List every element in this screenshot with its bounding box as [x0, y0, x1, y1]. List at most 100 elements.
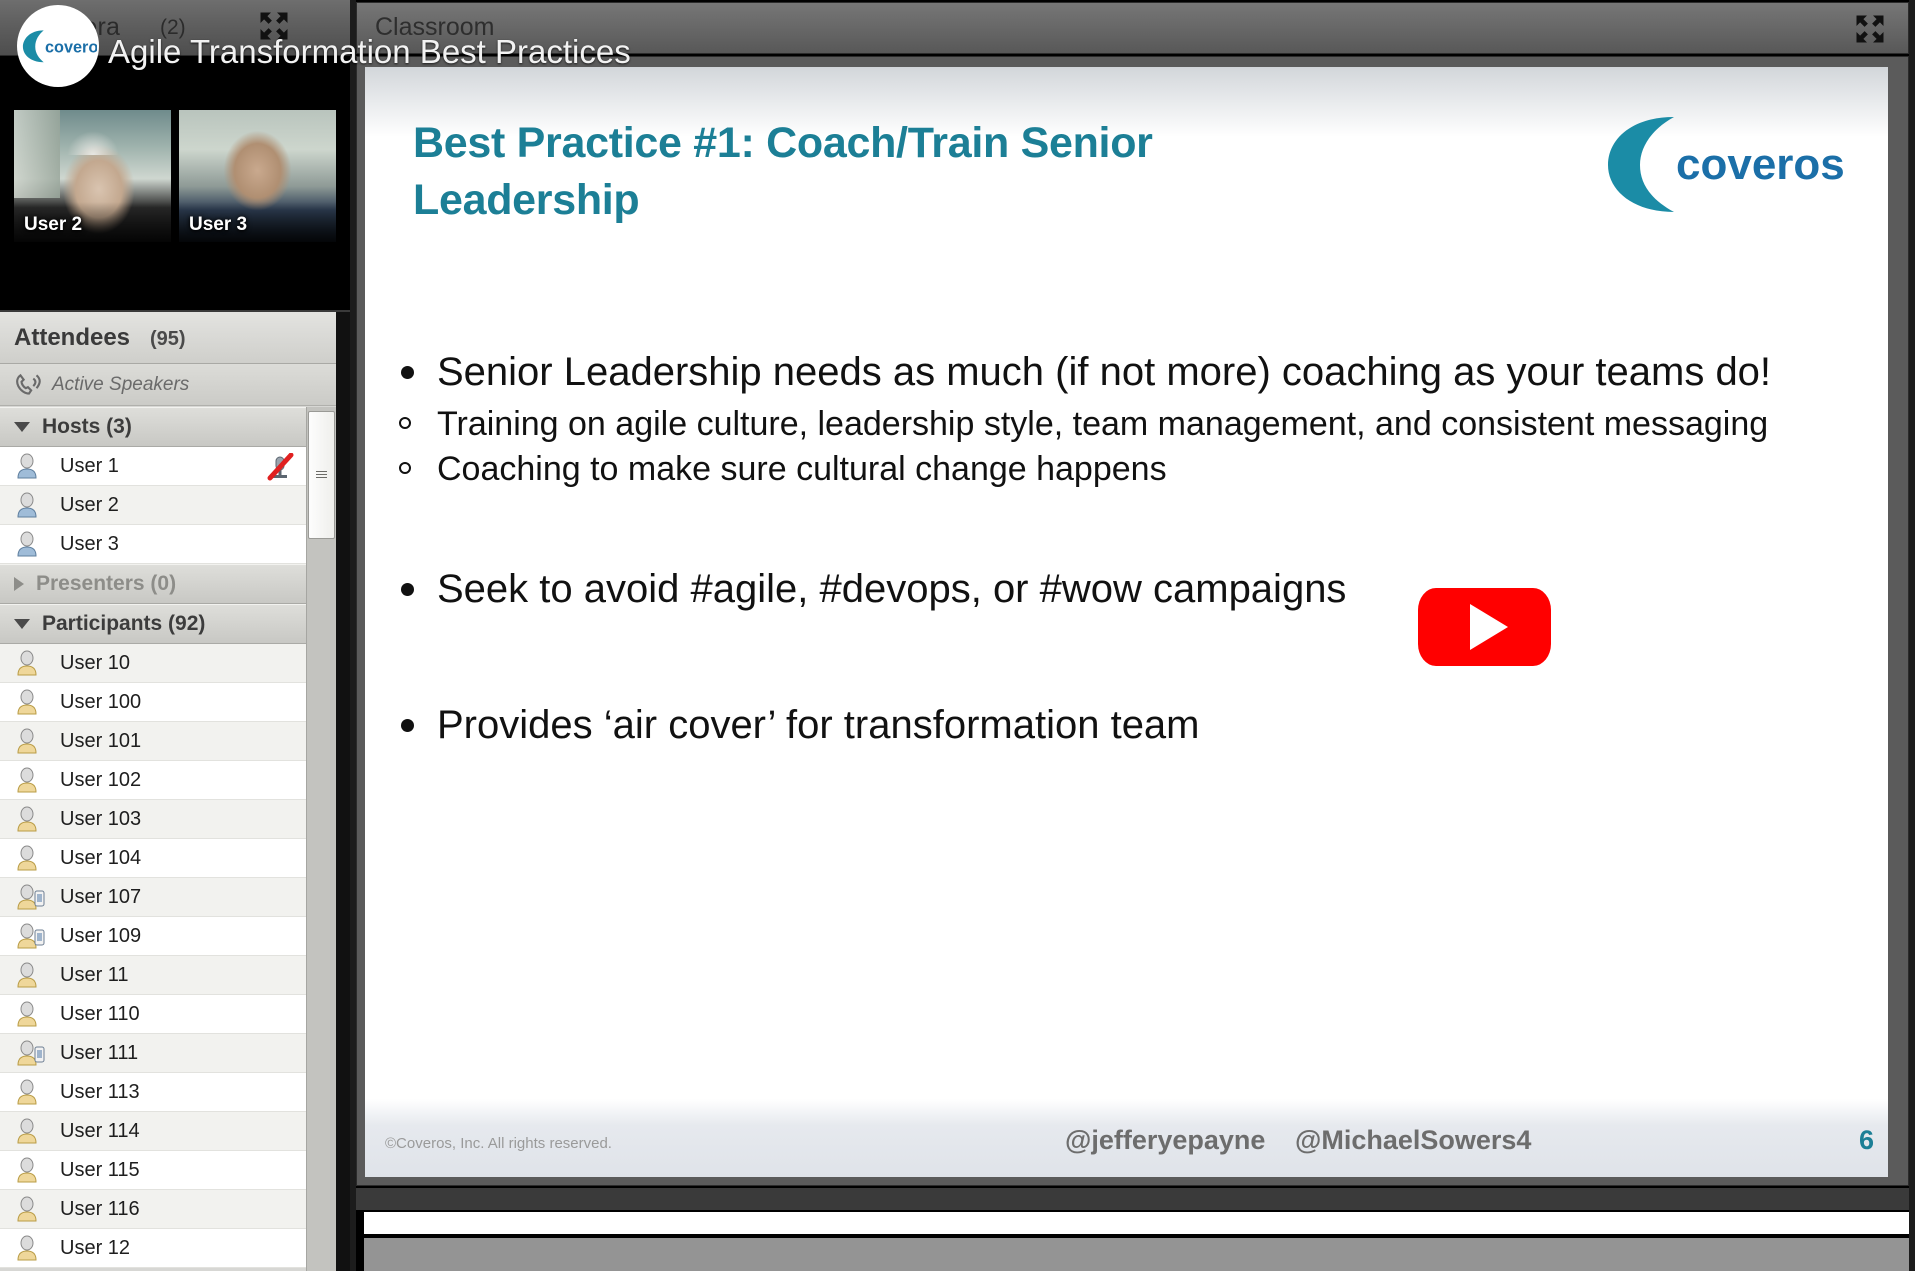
attendee-name: User 107 — [60, 885, 142, 908]
person-icon — [16, 1196, 46, 1222]
fullscreen-icon[interactable] — [1852, 11, 1888, 47]
slide-bullet: Provides ‘air cover’ for transformation … — [375, 700, 1875, 750]
coveros-logo: coveros — [1588, 109, 1848, 219]
attendee-name: User 12 — [60, 1236, 131, 1259]
slide-bullet: Senior Leadership needs as much (if not … — [375, 347, 1875, 397]
person-icon — [16, 845, 46, 871]
scrollbar-thumb[interactable] — [308, 411, 335, 539]
svg-text:coveros: coveros — [1676, 140, 1845, 189]
attendee-row[interactable]: User 3 — [0, 525, 306, 564]
attendee-row[interactable]: User 111 — [0, 1034, 306, 1073]
video-tile[interactable]: User 2 — [14, 110, 171, 242]
attendee-row[interactable]: User 100 — [0, 683, 306, 722]
slide-canvas: Best Practice #1: Coach/Train Senior Lea… — [365, 67, 1888, 1177]
slide-footer: ©Coveros, Inc. All rights reserved. @jef… — [365, 1099, 1888, 1177]
slide-body: Senior Leadership needs as much (if not … — [375, 347, 1875, 756]
person-phone-icon — [16, 884, 46, 910]
attendee-list-scrollbar[interactable] — [306, 407, 336, 1271]
panel-edge — [336, 312, 350, 1271]
slide-pane: Classroom Best Practice #1: Coach/Train … — [350, 0, 1915, 1271]
attendee-group-header[interactable]: Hosts (3) — [0, 407, 306, 447]
chevron-down-icon[interactable] — [14, 422, 30, 432]
attendee-list: Hosts (3) User 1 User 2 User 3 Presenters (0… — [0, 407, 306, 1268]
video-tile-name: User 2 — [24, 214, 83, 235]
attendees-title: Attendees — [14, 324, 131, 351]
person-phone-icon — [16, 923, 46, 949]
person-icon — [16, 689, 46, 715]
left-column: Camera (2) User 2 — [0, 0, 631, 1271]
attendee-row[interactable]: User 114 — [0, 1112, 306, 1151]
attendee-row[interactable]: User 103 — [0, 800, 306, 839]
coveros-logo-badge: coveros — [17, 5, 99, 87]
chevron-down-icon[interactable] — [14, 619, 30, 629]
active-speakers-row[interactable]: Active Speakers — [0, 364, 350, 406]
webinar-player-window: Camera (2) User 2 — [0, 0, 1915, 1271]
attendee-group-header[interactable]: Presenters (0) — [0, 564, 306, 604]
attendee-name: User 10 — [60, 651, 131, 674]
attendee-name: User 114 — [60, 1119, 140, 1142]
player-progress-strip[interactable] — [364, 1212, 1909, 1234]
player-bottom-bar — [356, 1188, 1909, 1210]
attendee-row[interactable]: User 107 — [0, 878, 306, 917]
slide-copyright: ©Coveros, Inc. All rights reserved. — [385, 1135, 612, 1152]
person-icon — [16, 806, 46, 832]
attendee-row[interactable]: User 104 — [0, 839, 306, 878]
attendee-row[interactable]: User 113 — [0, 1073, 306, 1112]
attendees-panel: Attendees (95) Active Speakers Hosts (3)… — [0, 310, 350, 1271]
attendees-count: (95) — [150, 328, 186, 350]
person-icon — [16, 1157, 46, 1183]
attendee-name: User 102 — [60, 768, 142, 791]
pane-rail — [1909, 0, 1915, 1271]
attendee-name: User 113 — [60, 1080, 140, 1103]
phone-icon — [14, 372, 44, 398]
attendee-row[interactable]: User 109 — [0, 917, 306, 956]
attendee-row[interactable]: User 10 — [0, 644, 306, 683]
chevron-right-icon[interactable] — [14, 577, 24, 591]
attendee-name: User 1 — [60, 454, 119, 477]
player-control-bar[interactable] — [364, 1238, 1909, 1271]
attendee-row[interactable]: User 2 — [0, 486, 306, 525]
slide-sub-bullet: Coaching to make sure cultural change ha… — [375, 448, 1875, 490]
svg-text:coveros: coveros — [45, 39, 97, 57]
video-tile[interactable]: User 3 — [179, 110, 336, 242]
host-person-icon — [16, 531, 46, 557]
slide-title: Best Practice #1: Coach/Train Senior Lea… — [413, 119, 1153, 224]
attendee-name: User 100 — [60, 690, 142, 713]
attendee-row[interactable]: User 115 — [0, 1151, 306, 1190]
attendee-group-label: Participants (92) — [42, 612, 206, 635]
play-triangle — [1469, 604, 1508, 650]
attendee-row[interactable]: User 101 — [0, 722, 306, 761]
youtube-play-icon[interactable] — [1418, 588, 1551, 666]
attendee-name: User 110 — [60, 1002, 140, 1025]
attendee-name: User 109 — [60, 924, 142, 947]
attendee-name: User 104 — [60, 846, 142, 869]
video-tile-grid: User 2 User 3 — [14, 110, 336, 242]
active-speakers-label: Active Speakers — [52, 374, 190, 395]
attendee-group-label: Hosts (3) — [42, 415, 132, 438]
attendee-row[interactable]: User 12 — [0, 1229, 306, 1268]
slide-frame: Best Practice #1: Coach/Train Senior Lea… — [356, 56, 1909, 1186]
attendee-row[interactable]: User 110 — [0, 995, 306, 1034]
microphone-muted-icon[interactable] — [266, 452, 294, 481]
host-person-icon — [16, 492, 46, 518]
attendee-row[interactable]: User 1 — [0, 447, 306, 486]
slide-bullet: Seek to avoid #agile, #devops, or #wow c… — [375, 564, 1875, 614]
attendee-row[interactable]: User 11 — [0, 956, 306, 995]
attendee-group-header[interactable]: Participants (92) — [0, 604, 306, 644]
slide-bullet-list: Senior Leadership needs as much (if not … — [375, 347, 1875, 750]
slide-sub-bullet: Training on agile culture, leadership st… — [375, 403, 1875, 445]
attendee-group-label: Presenters (0) — [36, 572, 177, 595]
scrollbar-grip-icon — [316, 470, 327, 480]
person-icon — [16, 1001, 46, 1027]
person-icon — [16, 650, 46, 676]
attendee-list-viewport: Hosts (3) User 1 User 2 User 3 Presenters (0… — [0, 407, 350, 1271]
attendee-name: User 116 — [60, 1197, 140, 1220]
attendee-row[interactable]: User 102 — [0, 761, 306, 800]
video-tile-name: User 3 — [189, 214, 248, 235]
person-icon — [16, 1079, 46, 1105]
attendee-row[interactable]: User 116 — [0, 1190, 306, 1229]
person-icon — [16, 728, 46, 754]
slide-page-number: 6 — [1858, 1125, 1874, 1155]
person-icon — [16, 1118, 46, 1144]
